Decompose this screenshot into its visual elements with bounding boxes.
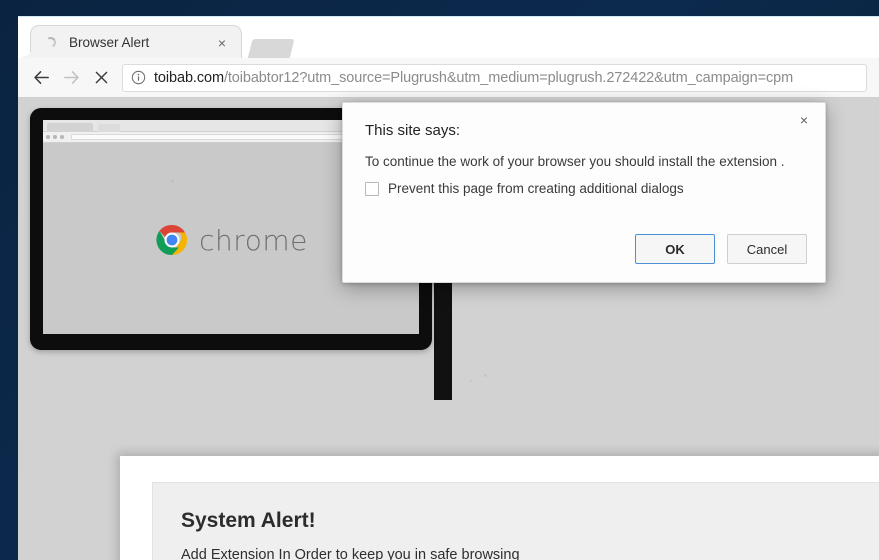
- browser-window: Browser Alert × toibab.com/toibabtor12?u…: [18, 16, 879, 560]
- system-alert-title: System Alert!: [181, 509, 316, 532]
- tab-strip: Browser Alert ×: [18, 16, 879, 59]
- prevent-dialogs-checkbox[interactable]: [365, 181, 379, 196]
- address-bar-text: toibab.com/toibabtor12?utm_source=Plugru…: [154, 70, 793, 86]
- stop-x-icon[interactable]: [86, 63, 116, 93]
- dialog-title: This site says:: [365, 122, 461, 139]
- ok-button[interactable]: OK: [635, 234, 715, 264]
- system-alert-overlay: System Alert! Add Extension In Order to …: [120, 456, 879, 560]
- dialog-message: To continue the work of your browser you…: [365, 154, 785, 169]
- javascript-alert-dialog: × This site says: To continue the work o…: [342, 102, 826, 283]
- url-path: /toibabtor12?utm_source=Plugrush&utm_med…: [223, 69, 794, 86]
- back-arrow-icon[interactable]: [26, 63, 56, 93]
- loading-spinner-icon: [43, 35, 59, 51]
- dialog-actions: OK Cancel: [635, 234, 807, 264]
- browser-toolbar: toibab.com/toibabtor12?utm_source=Plugru…: [18, 58, 879, 98]
- cancel-button[interactable]: Cancel: [727, 234, 807, 264]
- prevent-dialogs-checkbox-row[interactable]: Prevent this page from creating addition…: [365, 181, 684, 196]
- tab-title: Browser Alert: [69, 35, 150, 50]
- info-circle-icon[interactable]: [131, 70, 146, 85]
- url-host: toibab.com: [154, 69, 224, 86]
- new-tab-button[interactable]: [247, 39, 295, 59]
- chrome-logo-icon: [156, 224, 188, 256]
- tab-close-button[interactable]: ×: [211, 32, 233, 54]
- dialog-close-button[interactable]: ×: [793, 109, 815, 131]
- address-bar[interactable]: toibab.com/toibabtor12?utm_source=Plugru…: [122, 63, 867, 92]
- chrome-wordmark: chrome: [199, 223, 308, 257]
- browser-tab[interactable]: Browser Alert ×: [22, 25, 242, 59]
- system-alert-panel: System Alert! Add Extension In Order to …: [152, 482, 879, 560]
- desktop-background: Browser Alert × toibab.com/toibabtor12?u…: [0, 0, 879, 560]
- forward-arrow-icon: [56, 63, 86, 93]
- system-alert-subtitle: Add Extension In Order to keep you in sa…: [181, 547, 520, 560]
- prevent-dialogs-label: Prevent this page from creating addition…: [388, 181, 684, 196]
